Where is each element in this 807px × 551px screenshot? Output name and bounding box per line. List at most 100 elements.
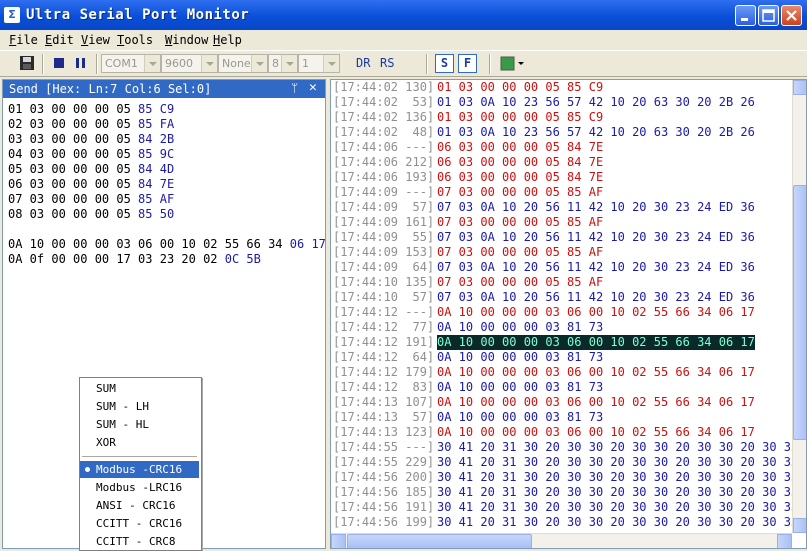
log-row[interactable]: [17:44:10 57] 07 03 0A 10 20 56 11 42 10 … xyxy=(331,290,791,305)
scroll-up-button[interactable] xyxy=(793,80,806,95)
log-row[interactable]: [17:44:55 229] 30 41 20 31 30 20 30 30 20… xyxy=(331,455,798,470)
send-line: 04 03 00 00 00 05 85 9C xyxy=(8,147,326,162)
log-row[interactable]: [17:44:12 64] 0A 10 00 00 00 03 81 73 xyxy=(331,350,791,365)
menu-edit[interactable]: Edit xyxy=(45,33,74,47)
parity-select[interactable]: None xyxy=(218,54,268,73)
log-row[interactable]: [17:44:02 136] 01 03 00 00 00 05 85 C9 xyxy=(331,110,791,125)
log-row[interactable]: [17:44:06 ---] 06 03 00 00 00 05 84 7E xyxy=(331,140,791,155)
log-row[interactable]: [17:44:06 193] 06 03 00 00 00 05 84 7E xyxy=(331,170,791,185)
send-line-checksum: 84 2B xyxy=(138,132,175,146)
pin-icon[interactable]: ᛘ xyxy=(291,81,298,95)
log-timestamp: [17:44:10 135] xyxy=(333,275,435,289)
close-icon[interactable]: ✕ xyxy=(309,80,317,95)
menu-item-sum-lh[interactable]: SUM - LH xyxy=(80,398,199,415)
minimize-icon xyxy=(741,18,748,21)
log-row[interactable]: [17:44:12 ---] 0A 10 00 00 00 03 06 00 10… xyxy=(331,305,791,320)
log-row[interactable]: [17:44:10 135] 07 03 00 00 00 05 85 AF xyxy=(331,275,791,290)
toolbar-separator xyxy=(426,54,428,74)
log-timestamp: [17:44:12 191] xyxy=(333,335,435,349)
log-row[interactable]: [17:44:56 200] 30 41 20 31 30 20 30 30 20… xyxy=(331,470,798,485)
menu-item-xor[interactable]: XOR xyxy=(80,434,199,451)
log-row[interactable]: [17:44:12 77] 0A 10 00 00 00 03 81 73 xyxy=(331,320,791,335)
pause-button[interactable] xyxy=(71,53,91,73)
menu-file[interactable]: File xyxy=(9,33,38,47)
log-row[interactable]: [17:44:09 55] 07 03 0A 10 20 56 11 42 10 … xyxy=(331,230,791,245)
menu-item-ccitt-crc16[interactable]: CCITT - CRC16 xyxy=(80,515,199,532)
rs-indicator[interactable]: RS xyxy=(380,56,394,70)
minimize-button[interactable] xyxy=(735,5,756,26)
log-row[interactable]: [17:44:13 57] 0A 10 00 00 00 03 81 73 xyxy=(331,410,791,425)
s-toggle-button[interactable]: S xyxy=(435,54,454,73)
log-row[interactable]: [17:44:56 185] 30 41 20 31 30 20 30 30 20… xyxy=(331,485,798,500)
log-bytes: 30 41 20 31 30 20 30 30 20 30 30 20 30 3… xyxy=(437,500,799,514)
port-select[interactable]: COM1 xyxy=(101,54,161,73)
send-line-checksum: 84 4D xyxy=(138,162,175,176)
log-row[interactable]: [17:44:13 123] 0A 10 00 00 00 03 06 00 10… xyxy=(331,425,791,440)
scroll-down-button[interactable] xyxy=(793,518,806,533)
save-button[interactable] xyxy=(17,53,37,73)
f-toggle-button[interactable]: F xyxy=(458,54,477,73)
menu-item-modbus-lrc16[interactable]: Modbus -LRC16 xyxy=(80,479,199,496)
log-row[interactable]: [17:44:06 212] 06 03 00 00 00 05 84 7E xyxy=(331,155,791,170)
maximize-icon xyxy=(762,9,775,22)
log-timestamp: [17:44:12 ---] xyxy=(333,305,435,319)
vertical-scrollbar[interactable] xyxy=(792,80,806,533)
scroll-left-button[interactable] xyxy=(331,534,346,548)
log-row[interactable]: [17:44:09 57] 07 03 0A 10 20 56 11 42 10 … xyxy=(331,200,791,215)
log-bytes: 07 03 00 00 00 05 85 AF xyxy=(437,185,604,199)
menu-view[interactable]: View xyxy=(81,33,110,47)
log-timestamp: [17:44:56 185] xyxy=(333,485,435,499)
log-bytes: 06 03 00 00 00 05 84 7E xyxy=(437,140,604,154)
log-list[interactable]: [17:44:02 130] 01 03 00 00 00 05 85 C9 [17… xyxy=(331,80,798,530)
menu-help[interactable]: Help xyxy=(213,33,242,47)
close-window-button[interactable] xyxy=(781,5,802,26)
send-line-bytes: 02 03 00 00 00 05 xyxy=(8,117,139,131)
toolbar-separator xyxy=(96,54,98,74)
scroll-right-button[interactable] xyxy=(777,534,792,548)
menu-item-sum[interactable]: SUM xyxy=(80,380,199,397)
log-row[interactable]: [17:44:02 48] 01 03 0A 10 23 56 57 42 10 … xyxy=(331,125,791,140)
log-row[interactable]: [17:44:55 ---] 30 41 20 31 30 20 30 30 20… xyxy=(331,440,798,455)
log-row[interactable]: [17:44:12 83] 0A 10 00 00 00 03 81 73 xyxy=(331,380,791,395)
baud-select[interactable]: 9600 xyxy=(161,54,218,73)
log-bytes: 0A 10 00 00 00 03 81 73 xyxy=(437,320,604,334)
log-row[interactable]: [17:44:02 130] 01 03 00 00 00 05 85 C9 xyxy=(331,80,791,95)
log-row[interactable]: [17:44:09 64] 07 03 0A 10 20 56 11 42 10 … xyxy=(331,260,791,275)
send-line-bytes: 0A 10 00 00 00 03 06 00 10 02 55 66 34 xyxy=(8,237,290,251)
log-row[interactable]: [17:44:56 191] 30 41 20 31 30 20 30 30 20… xyxy=(331,500,798,515)
menu-item-ccitt-crc8[interactable]: CCITT - CRC8 xyxy=(80,533,199,550)
dr-indicator[interactable]: DR xyxy=(356,56,370,70)
log-row[interactable]: [17:44:56 199] 30 41 20 31 30 20 30 30 20… xyxy=(331,515,798,530)
databits-select[interactable]: 8 xyxy=(268,54,298,73)
log-row[interactable]: [17:44:02 53] 01 03 0A 10 23 56 57 42 10 … xyxy=(331,95,791,110)
status-color-button[interactable] xyxy=(499,53,525,73)
log-bytes: 01 03 0A 10 23 56 57 42 10 20 63 30 20 2… xyxy=(437,95,755,109)
stop-button[interactable] xyxy=(49,53,69,73)
send-editor[interactable]: 01 03 00 00 00 05 85 C9 02 03 00 00 00 05… xyxy=(8,102,326,267)
hscroll-thumb[interactable] xyxy=(347,534,532,548)
log-row[interactable]: [17:44:09 153] 07 03 00 00 00 05 85 AF xyxy=(331,245,791,260)
menu-tools[interactable]: Tools xyxy=(117,33,153,47)
log-timestamp: [17:44:13 57] xyxy=(333,410,435,424)
log-panel: [17:44:02 130] 01 03 00 00 00 05 85 C9 [17… xyxy=(330,79,807,549)
log-row[interactable]: [17:44:09 ---] 07 03 00 00 00 05 85 AF xyxy=(331,185,791,200)
menu-item-modbus-crc16[interactable]: Modbus -CRC16 xyxy=(80,461,199,478)
maximize-button[interactable] xyxy=(758,5,779,26)
menu-window[interactable]: Window xyxy=(165,33,208,47)
log-timestamp: [17:44:56 199] xyxy=(333,515,435,529)
log-bytes: 0A 10 00 00 00 03 06 00 10 02 55 66 34 0… xyxy=(437,365,755,379)
send-line-checksum: 85 50 xyxy=(138,207,175,221)
send-line: 05 03 00 00 00 05 84 4D xyxy=(8,162,326,177)
stopbits-select[interactable]: 1 xyxy=(298,54,340,73)
horizontal-scrollbar[interactable] xyxy=(331,533,792,548)
send-panel-header: Send [Hex: Ln:7 Col:6 Sel:0] ᛘ ✕ xyxy=(3,80,325,98)
send-line-bytes: 03 03 00 00 00 05 xyxy=(8,132,139,146)
log-bytes: 01 03 00 00 00 05 85 C9 xyxy=(437,80,604,94)
menu-item-ansi-crc16[interactable]: ANSI - CRC16 xyxy=(80,497,199,514)
log-row[interactable]: [17:44:13 107] 0A 10 00 00 00 03 06 00 10… xyxy=(331,395,791,410)
log-row[interactable]: [17:44:12 191] 0A 10 00 00 00 03 06 00 10… xyxy=(331,335,791,350)
log-row[interactable]: [17:44:12 179] 0A 10 00 00 00 03 06 00 10… xyxy=(331,365,791,380)
log-row[interactable]: [17:44:09 161] 07 03 00 00 00 05 85 AF xyxy=(331,215,791,230)
menu-item-sum-hl[interactable]: SUM - HL xyxy=(80,416,199,433)
scroll-thumb[interactable] xyxy=(793,185,806,440)
